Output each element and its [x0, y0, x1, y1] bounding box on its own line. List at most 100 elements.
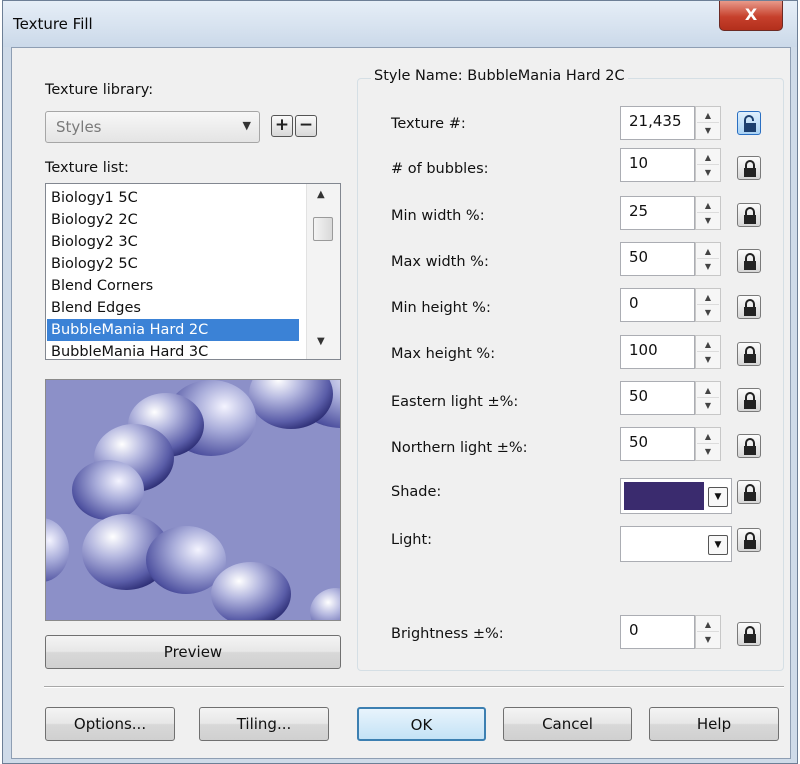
spin-up-icon[interactable]: ▲ [697, 150, 719, 165]
texture-number-spinner[interactable]: ▲ ▼ [695, 106, 721, 140]
list-item[interactable]: Biology2 5C [47, 253, 299, 275]
bubbles-field[interactable]: 10 [620, 148, 695, 182]
max-width-lock-button[interactable] [737, 249, 761, 273]
dialog-client-area: Texture library: Styles ▼ + − Texture li… [11, 47, 791, 759]
list-item[interactable]: Blend Corners [47, 275, 299, 297]
spin-down-icon[interactable]: ▼ [697, 305, 719, 320]
spin-down-icon[interactable]: ▼ [697, 165, 719, 180]
list-item[interactable]: Biology2 2C [47, 209, 299, 231]
style-name-title: Style Name: BubbleMania Hard 2C [371, 68, 628, 84]
texture-library-dropdown[interactable]: Styles ▼ [45, 111, 260, 143]
spin-down-icon[interactable]: ▼ [697, 352, 719, 367]
spin-up-icon[interactable]: ▲ [697, 383, 719, 398]
shade-color-swatch [624, 482, 704, 510]
brightness-lock-button[interactable] [737, 622, 761, 646]
max-height-lock-button[interactable] [737, 342, 761, 366]
add-library-button[interactable]: + [271, 115, 293, 137]
list-item[interactable]: Biology2 3C [47, 231, 299, 253]
close-button[interactable]: X [719, 1, 783, 31]
lock-icon [744, 484, 756, 501]
preview-button[interactable]: Preview [45, 635, 341, 669]
spin-up-icon[interactable]: ▲ [697, 290, 719, 305]
chevron-down-icon: ▼ [242, 119, 251, 132]
min-width-field[interactable]: 25 [620, 196, 695, 230]
brightness-spinner[interactable]: ▲ ▼ [695, 615, 721, 649]
footer-separator-highlight [44, 687, 784, 688]
spin-down-icon[interactable]: ▼ [697, 632, 719, 647]
min-height-field[interactable]: 0 [620, 288, 695, 322]
scroll-up-arrow-icon[interactable]: ▲ [317, 189, 325, 200]
spin-down-icon[interactable]: ▼ [697, 123, 719, 138]
lock-icon [744, 346, 756, 363]
spin-up-icon[interactable]: ▲ [697, 244, 719, 259]
shade-color-picker[interactable]: ▼ [620, 478, 732, 514]
texture-number-field[interactable]: 21,435 [620, 106, 695, 140]
spin-down-icon[interactable]: ▼ [697, 398, 719, 413]
eastern-light-spinner[interactable]: ▲ ▼ [695, 381, 721, 415]
scrollbar-thumb[interactable] [313, 217, 333, 241]
spin-up-icon[interactable]: ▲ [697, 108, 719, 123]
tiling-button[interactable]: Tiling... [199, 707, 329, 741]
texture-library-label: Texture library: [45, 82, 154, 98]
spin-down-icon[interactable]: ▼ [697, 444, 719, 459]
bubbles-spinner[interactable]: ▲ ▼ [695, 148, 721, 182]
lock-icon [744, 392, 756, 409]
light-lock-button[interactable] [737, 528, 761, 552]
chevron-down-icon[interactable]: ▼ [708, 487, 728, 507]
spin-up-icon[interactable]: ▲ [697, 617, 719, 632]
list-item-selected[interactable]: BubbleMania Hard 2C [47, 319, 299, 341]
max-width-field[interactable]: 50 [620, 242, 695, 276]
texture-number-lock-button[interactable] [737, 111, 761, 135]
list-item[interactable]: BubbleMania Hard 3C [47, 341, 299, 359]
spin-up-icon[interactable]: ▲ [697, 429, 719, 444]
help-button[interactable]: Help [649, 707, 779, 741]
shade-lock-button[interactable] [737, 480, 761, 504]
texture-library-value: Styles [56, 118, 102, 136]
spin-down-icon[interactable]: ▼ [697, 259, 719, 274]
list-scrollbar[interactable]: ▲ ▼ [306, 184, 340, 359]
min-width-lock-button[interactable] [737, 203, 761, 227]
northern-light-lock-button[interactable] [737, 434, 761, 458]
min-height-label: Min height %: [391, 300, 491, 316]
northern-light-spinner[interactable]: ▲ ▼ [695, 427, 721, 461]
lock-icon [744, 532, 756, 549]
lock-icon [744, 299, 756, 316]
title-bar[interactable]: Texture Fill X [3, 1, 797, 47]
ok-button[interactable]: OK [357, 707, 486, 741]
lock-icon [744, 438, 756, 455]
shade-label: Shade: [391, 484, 442, 500]
window-title: Texture Fill [13, 15, 93, 33]
max-height-field[interactable]: 100 [620, 335, 695, 369]
eastern-light-lock-button[interactable] [737, 388, 761, 412]
max-height-spinner[interactable]: ▲ ▼ [695, 335, 721, 369]
northern-light-field[interactable]: 50 [620, 427, 695, 461]
spin-down-icon[interactable]: ▼ [697, 213, 719, 228]
texture-number-label: Texture #: [391, 116, 466, 132]
min-height-spinner[interactable]: ▲ ▼ [695, 288, 721, 322]
scroll-down-arrow-icon[interactable]: ▼ [317, 336, 325, 347]
spin-up-icon[interactable]: ▲ [697, 198, 719, 213]
remove-library-button[interactable]: − [295, 115, 317, 137]
eastern-light-label: Eastern light ±%: [391, 394, 519, 410]
lock-icon [744, 207, 756, 224]
min-height-lock-button[interactable] [737, 295, 761, 319]
light-color-swatch [624, 530, 704, 558]
light-label: Light: [391, 532, 433, 548]
list-item[interactable]: Blend Edges [47, 297, 299, 319]
texture-fill-dialog: Texture Fill X Texture library: Styles ▼… [2, 0, 798, 764]
list-item[interactable]: Biology1 5C [47, 187, 299, 209]
brightness-field[interactable]: 0 [620, 615, 695, 649]
chevron-down-icon[interactable]: ▼ [708, 535, 728, 555]
max-width-spinner[interactable]: ▲ ▼ [695, 242, 721, 276]
light-color-picker[interactable]: ▼ [620, 526, 732, 562]
bubbles-lock-button[interactable] [737, 156, 761, 180]
min-width-spinner[interactable]: ▲ ▼ [695, 196, 721, 230]
options-button[interactable]: Options... [45, 707, 175, 741]
min-width-label: Min width %: [391, 208, 485, 224]
cancel-button[interactable]: Cancel [503, 707, 632, 741]
spin-up-icon[interactable]: ▲ [697, 337, 719, 352]
texture-listbox[interactable]: Biology1 5C Biology2 2C Biology2 3C Biol… [45, 183, 341, 360]
unlock-icon [744, 115, 756, 132]
eastern-light-field[interactable]: 50 [620, 381, 695, 415]
bubbles-label: # of bubbles: [391, 161, 489, 177]
